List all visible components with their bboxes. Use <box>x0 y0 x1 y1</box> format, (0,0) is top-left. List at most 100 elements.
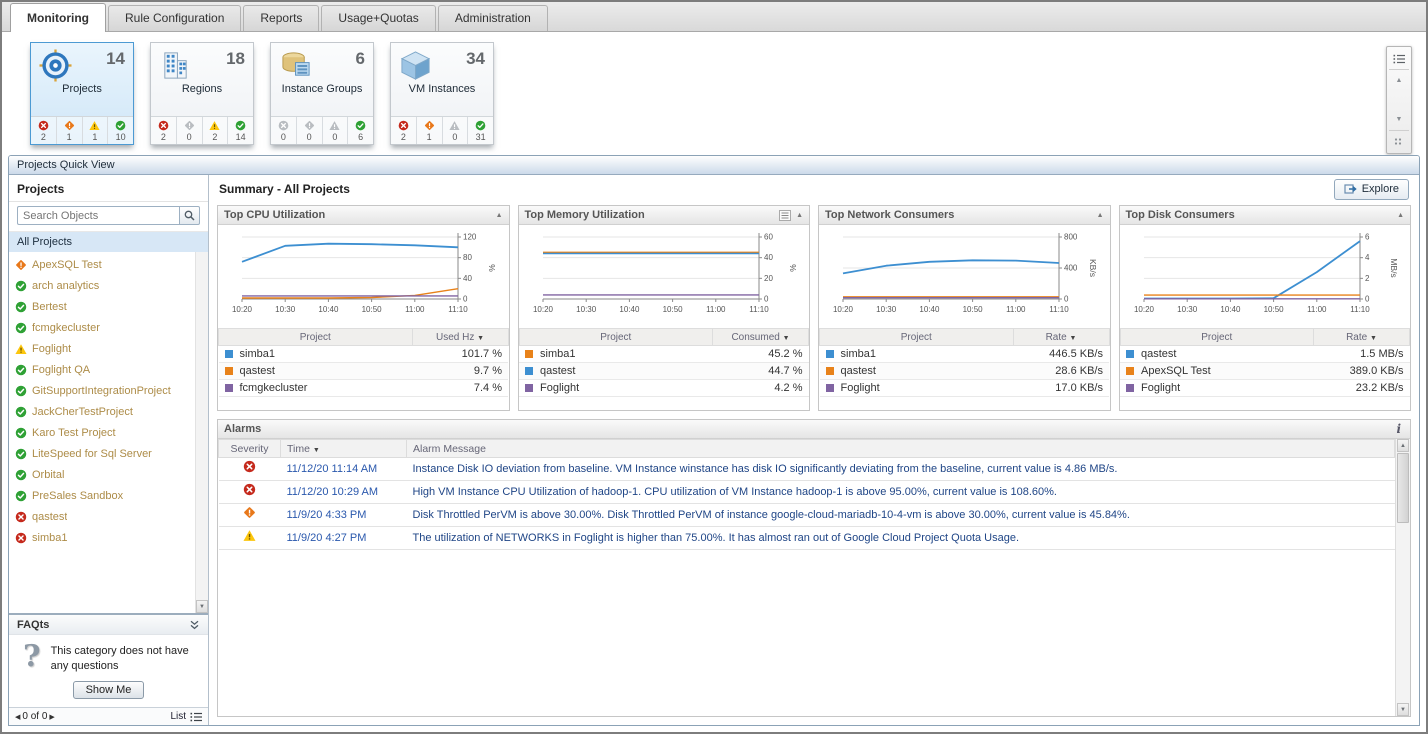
legend-value: 45.2 % <box>713 346 809 363</box>
collapse-icon[interactable]: ▲ <box>796 212 803 219</box>
sidebar-item-foglight[interactable]: Foglight <box>9 338 195 359</box>
legend-row[interactable]: qastest 9.7 % <box>219 363 509 380</box>
scroll-up-icon[interactable]: ▲ <box>1397 439 1409 452</box>
svg-text:800: 800 <box>1064 233 1078 242</box>
sidebar-scrollbar[interactable]: ▼ <box>195 252 208 613</box>
column-header-sorted[interactable]: Rate ▼ <box>1314 329 1410 346</box>
action-panel-toolbar[interactable]: ▲ ▼ <box>1386 46 1412 154</box>
collapse-chevrons-icon[interactable] <box>189 620 200 630</box>
tile-status-warning[interactable]: 2 <box>203 117 229 144</box>
tile-status-fatal[interactable]: 0 <box>271 117 297 144</box>
tile-status-critical[interactable]: 1 <box>57 117 83 144</box>
series-swatch <box>826 384 834 392</box>
tile-status-warning[interactable]: 0 <box>323 117 349 144</box>
tab-administration[interactable]: Administration <box>438 5 548 31</box>
sidebar-item-arch-analytics[interactable]: arch analytics <box>9 275 195 296</box>
alarm-row[interactable]: 11/12/20 11:14 AM Instance Disk IO devia… <box>219 458 1395 481</box>
scroll-down-icon[interactable]: ▼ <box>196 600 208 613</box>
list-view-toggle[interactable]: List <box>170 711 202 722</box>
tile-status-warning[interactable]: 1 <box>83 117 109 144</box>
sidebar-item-all-projects[interactable]: All Projects <box>9 232 208 252</box>
sidebar-item-bertest[interactable]: Bertest <box>9 296 195 317</box>
alarms-column-severity[interactable]: Severity <box>219 440 281 458</box>
column-header-project[interactable]: Project <box>519 329 713 346</box>
collapse-icon[interactable]: ▲ <box>1397 212 1404 219</box>
column-header-project[interactable]: Project <box>1120 329 1314 346</box>
legend-row[interactable]: fcmgkecluster 7.4 % <box>219 380 509 397</box>
tab-monitoring[interactable]: Monitoring <box>10 3 106 32</box>
alarms-column-time[interactable]: Time ▼ <box>281 440 407 458</box>
chart-options-icon[interactable] <box>779 210 791 221</box>
toolbar-scroll-track[interactable] <box>1389 89 1409 111</box>
sidebar-item-gitsupportintegrationproject[interactable]: GitSupportIntegrationProject <box>9 380 195 401</box>
legend-row[interactable]: Foglight 23.2 KB/s <box>1120 380 1410 397</box>
action-panel-menu-icon[interactable] <box>1389 50 1409 67</box>
sidebar-item-presales-sandbox[interactable]: PreSales Sandbox <box>9 485 195 506</box>
column-header-project[interactable]: Project <box>219 329 413 346</box>
scroll-down-icon[interactable]: ▼ <box>1389 111 1409 128</box>
sidebar-item-qastest[interactable]: qastest <box>9 506 195 527</box>
show-me-button[interactable]: Show Me <box>73 681 145 699</box>
tab-rule-configuration[interactable]: Rule Configuration <box>108 5 241 31</box>
legend-row[interactable]: simba1 446.5 KB/s <box>820 346 1110 363</box>
svg-text:10:30: 10:30 <box>876 305 897 314</box>
legend-row[interactable]: ApexSQL Test 389.0 KB/s <box>1120 363 1410 380</box>
legend-row[interactable]: simba1 45.2 % <box>519 346 809 363</box>
collapse-icon[interactable]: ▲ <box>1097 212 1104 219</box>
alarms-scrollbar[interactable]: ▲ ▼ <box>1395 439 1410 716</box>
tile-status-fatal[interactable]: 2 <box>31 117 57 144</box>
pager-prev-icon[interactable]: ◀ <box>15 713 20 721</box>
sidebar-item-apexsql-test[interactable]: ApexSQL Test <box>9 254 195 275</box>
tile-status-critical[interactable]: 1 <box>417 117 443 144</box>
tile-projects[interactable]: 14 Projects 21110 <box>30 42 134 145</box>
pager-next-icon[interactable]: ▶ <box>49 713 54 721</box>
tile-status-critical[interactable]: 0 <box>297 117 323 144</box>
scroll-up-icon[interactable]: ▲ <box>1389 72 1409 89</box>
tile-status-warning[interactable]: 0 <box>443 117 469 144</box>
sidebar-item-karo-test-project[interactable]: Karo Test Project <box>9 422 195 443</box>
collapse-icon[interactable]: ▲ <box>496 212 503 219</box>
legend-row[interactable]: Foglight 17.0 KB/s <box>820 380 1110 397</box>
alarm-row[interactable]: 11/9/20 4:27 PM The utilization of NETWO… <box>219 527 1395 550</box>
search-icon[interactable] <box>179 206 200 225</box>
column-header-sorted[interactable]: Rate ▼ <box>1013 329 1109 346</box>
column-header-sorted[interactable]: Consumed ▼ <box>713 329 809 346</box>
alarm-row[interactable]: 11/9/20 4:33 PM Disk Throttled PerVM is … <box>219 504 1395 527</box>
legend-row[interactable]: qastest 28.6 KB/s <box>820 363 1110 380</box>
column-header-project[interactable]: Project <box>820 329 1014 346</box>
tile-status-fatal[interactable]: 2 <box>391 117 417 144</box>
legend-row[interactable]: qastest 44.7 % <box>519 363 809 380</box>
sidebar-item-simba1[interactable]: simba1 <box>9 527 195 548</box>
tab-reports[interactable]: Reports <box>243 5 319 31</box>
legend-row[interactable]: qastest 1.5 MB/s <box>1120 346 1410 363</box>
search-input[interactable] <box>17 206 179 225</box>
legend-row[interactable]: simba1 101.7 % <box>219 346 509 363</box>
scrollbar-thumb[interactable] <box>1397 453 1409 523</box>
tile-vm-instances[interactable]: 34 VM Instances 21031 <box>390 42 494 145</box>
scroll-down-icon[interactable]: ▼ <box>1397 703 1409 716</box>
sidebar-item-fcmgkecluster[interactable]: fcmgkecluster <box>9 317 195 338</box>
tile-status-normal[interactable]: 6 <box>348 117 373 144</box>
tile-status-fatal[interactable]: 2 <box>151 117 177 144</box>
tile-status-normal[interactable]: 31 <box>468 117 493 144</box>
alarm-row[interactable]: 11/12/20 10:29 AM High VM Instance CPU U… <box>219 481 1395 504</box>
legend-row[interactable]: Foglight 4.2 % <box>519 380 809 397</box>
sidebar-item-foglight-qa[interactable]: Foglight QA <box>9 359 195 380</box>
tab-usage-quotas[interactable]: Usage+Quotas <box>321 5 435 31</box>
status-count: 2 <box>401 132 406 142</box>
drag-grip-icon[interactable] <box>1389 133 1409 150</box>
tile-instance-groups[interactable]: 6 Instance Groups 0006 <box>270 42 374 145</box>
info-icon[interactable]: i <box>1396 422 1404 436</box>
tile-status-critical[interactable]: 0 <box>177 117 203 144</box>
legend-value: 389.0 KB/s <box>1314 363 1410 380</box>
sidebar-item-orbital[interactable]: Orbital <box>9 464 195 485</box>
tile-status-normal[interactable]: 10 <box>108 117 133 144</box>
tile-regions[interactable]: 18 Regions 20214 <box>150 42 254 145</box>
alarms-column-alarm-message[interactable]: Alarm Message <box>407 440 1395 458</box>
sidebar-item-jackchertestproject[interactable]: JackCherTestProject <box>9 401 195 422</box>
normal-status-icon <box>475 120 486 131</box>
sidebar-item-litespeed-for-sql-server[interactable]: LiteSpeed for Sql Server <box>9 443 195 464</box>
tile-status-normal[interactable]: 14 <box>228 117 253 144</box>
column-header-sorted[interactable]: Used Hz ▼ <box>412 329 508 346</box>
explore-button[interactable]: Explore <box>1334 179 1409 200</box>
